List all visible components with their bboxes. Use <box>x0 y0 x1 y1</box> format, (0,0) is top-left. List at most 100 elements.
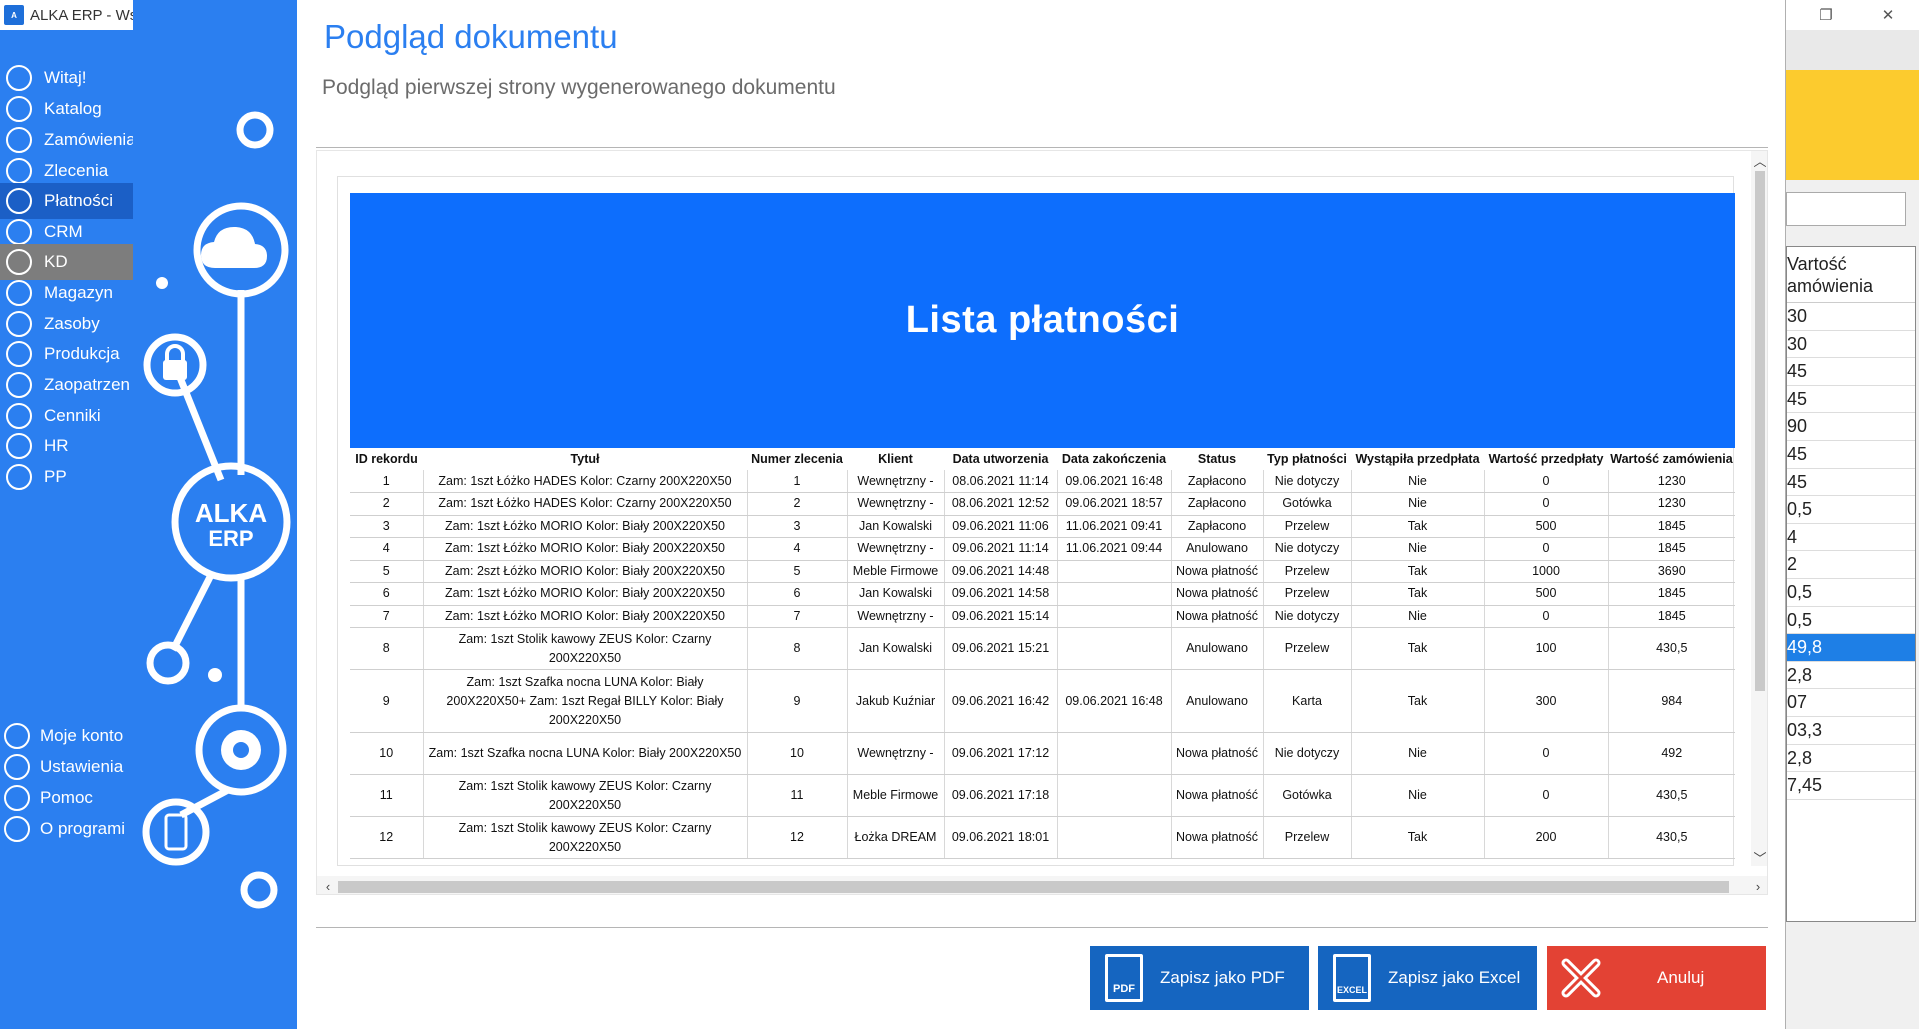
table-row: 7 Zam: 1szt Łóżko MORIO Kolor: Biały 200X… <box>350 605 1735 628</box>
table-cell: Nie dotyczy <box>1262 732 1351 775</box>
table-header-row: ID rekordu Tytuł Numer zlecenia Klient Data … <box>350 448 1735 470</box>
table-cell: Nie dotyczy <box>1262 470 1351 493</box>
document-title: Lista płatności <box>905 299 1180 341</box>
vertical-scroll-thumb[interactable] <box>1755 171 1765 691</box>
table-cell: Zam: 1szt Szafka nocna LUNA Kolor: Biały… <box>422 669 747 733</box>
table-cell: 500 <box>1483 582 1608 606</box>
divider <box>316 927 1768 928</box>
background-toolbar <box>1786 30 1919 70</box>
table-cell: Wewnętrzny - <box>846 470 944 493</box>
sidebar-item[interactable]: PP <box>0 459 133 495</box>
sidebar-item-label: Moje konto <box>40 726 124 745</box>
table-cell: Anulowano <box>1170 669 1263 733</box>
table-cell: 09.06.2021 11:14 <box>943 537 1057 561</box>
dialog-title: Podgląd dokumentu <box>324 18 618 55</box>
scroll-right-icon[interactable]: › <box>1749 877 1767 894</box>
table-cell: 1845 <box>1607 582 1735 606</box>
column-header: Wartość zamówienia <box>1610 452 1733 466</box>
table-cell: 300 <box>1483 669 1608 733</box>
background-table-cell[interactable]: 0,5 <box>1787 607 1915 635</box>
table-cell: Tak <box>1350 560 1484 583</box>
table-cell: Nowa płatność <box>1170 732 1263 775</box>
background-table-cell[interactable]: 7,45 <box>1787 772 1915 800</box>
background-table-cell[interactable]: 0,5 <box>1787 496 1915 524</box>
table-cell: 430,5 <box>1607 816 1735 859</box>
sidebar-item-label: Witaj! <box>44 68 87 87</box>
background-table-cell[interactable]: 45 <box>1787 386 1915 414</box>
table-cell: Nowa płatność <box>1170 582 1263 606</box>
background-table-cell[interactable]: 0,5 <box>1787 579 1915 607</box>
background-table-cell[interactable]: 2 <box>1787 551 1915 579</box>
dialog-subtitle: Podgląd pierwszej strony wygenerowanego … <box>322 76 836 99</box>
save-excel-button[interactable]: EXCEL Zapisz jako Excel <box>1318 946 1537 1010</box>
resources-icon <box>6 311 32 337</box>
scroll-down-icon[interactable]: ﹀ <box>1751 848 1767 866</box>
table-cell: 100 <box>1483 627 1608 670</box>
table-cell: 1230 <box>1607 492 1735 516</box>
scroll-up-icon[interactable]: ︿ <box>1751 151 1767 169</box>
table-cell: Zam: 1szt Łóżko HADES Kolor: Czarny 200X… <box>422 470 747 493</box>
restore-icon[interactable]: ❐ <box>1803 3 1849 27</box>
table-cell: Gotówka <box>1262 774 1351 817</box>
decorative-graphic: ALKA ERP <box>142 111 291 909</box>
table-row: 6 Zam: 1szt Łóżko MORIO Kolor: Biały 200X… <box>350 582 1735 606</box>
background-table-cell[interactable]: 49,8 <box>1787 634 1915 662</box>
horizontal-scrollbar[interactable]: ‹ › <box>317 876 1767 894</box>
table-cell: Nie dotyczy <box>1262 605 1351 628</box>
table-cell <box>1056 732 1171 775</box>
table-cell: 08.06.2021 12:52 <box>943 492 1057 516</box>
table-cell: 09.06.2021 18:01 <box>943 816 1057 859</box>
table-cell: Zam: 2szt Łóżko MORIO Kolor: Biały 200X2… <box>422 560 747 583</box>
table-cell: Zam: 1szt Łóżko HADES Kolor: Czarny 200X… <box>422 492 747 516</box>
column-header: Wartość przedpłaty <box>1488 452 1604 466</box>
table-cell: 2 <box>746 492 847 516</box>
help-icon <box>4 785 30 811</box>
background-table-cell[interactable]: 30 <box>1787 331 1915 359</box>
background-table-cell[interactable]: 2,8 <box>1787 662 1915 690</box>
background-table-cell[interactable]: 07 <box>1787 689 1915 717</box>
background-table-cell[interactable]: 30 <box>1787 303 1915 331</box>
background-table-cell[interactable]: 2,8 <box>1787 745 1915 773</box>
table-row: 5 Zam: 2szt Łóżko MORIO Kolor: Biały 200X… <box>350 560 1735 583</box>
sidebar-item-label: Zamówienia <box>44 130 133 149</box>
background-table-cell[interactable]: 45 <box>1787 358 1915 386</box>
excel-file-icon: EXCEL <box>1326 952 1378 1004</box>
table-cell: 09.06.2021 15:14 <box>943 605 1057 628</box>
crm-icon <box>6 219 32 245</box>
preview-pane[interactable]: Lista płatności ID rekordu Tytuł Numer zle… <box>316 150 1768 895</box>
save-pdf-button[interactable]: PDF Zapisz jako PDF <box>1090 946 1309 1010</box>
sidebar-item-label: Katalog <box>44 99 102 118</box>
horizontal-scroll-thumb[interactable] <box>338 881 1729 893</box>
warehouse-icon <box>6 280 32 306</box>
table-cell: 11.06.2021 09:44 <box>1056 537 1171 561</box>
app-logo-icon: A <box>4 5 24 25</box>
pdf-icon-label: PDF <box>1105 954 1143 1002</box>
divider <box>316 147 1768 148</box>
background-table-cell[interactable]: 45 <box>1787 441 1915 469</box>
background-search-input[interactable] <box>1786 192 1906 226</box>
scroll-left-icon[interactable]: ‹ <box>319 877 337 894</box>
table-cell: Jan Kowalski <box>846 582 944 606</box>
sidebar: Witaj! Katalog Zamówienia Zlecenia Płatności… <box>0 30 133 1029</box>
sidebar-item-label: PP <box>44 467 67 486</box>
table-cell: Tak <box>1350 627 1484 670</box>
background-table-cell[interactable]: 4 <box>1787 524 1915 552</box>
background-table-cell[interactable]: 03,3 <box>1787 717 1915 745</box>
table-cell: 5 <box>350 560 423 583</box>
background-table-cell[interactable]: 45 <box>1787 469 1915 497</box>
document-preview-dialog: Podgląd dokumentu Podgląd pierwszej stro… <box>297 0 1786 1029</box>
sidebar-bottom-item[interactable]: O programi <box>0 811 133 847</box>
background-table-cell[interactable]: 90 <box>1787 413 1915 441</box>
table-row: 10 Zam: 1szt Szafka nocna LUNA Kolor: Bia… <box>350 732 1735 775</box>
sidebar-item-label: Produkcja <box>44 344 120 363</box>
column-header: Status <box>1197 452 1237 466</box>
table-cell: Meble Firmowe <box>846 560 944 583</box>
table-cell: 09.06.2021 14:48 <box>943 560 1057 583</box>
close-icon[interactable]: ✕ <box>1865 3 1911 27</box>
vertical-scrollbar[interactable]: ︿ ﹀ <box>1751 151 1767 866</box>
table-cell: 430,5 <box>1607 627 1735 670</box>
cancel-button[interactable]: Anuluj <box>1547 946 1766 1010</box>
table-row: 3 Zam: 1szt Łóżko MORIO Kolor: Biały 200X… <box>350 515 1735 538</box>
table-cell: 1000 <box>1483 560 1608 583</box>
table-cell: Zapłacono <box>1170 470 1263 493</box>
